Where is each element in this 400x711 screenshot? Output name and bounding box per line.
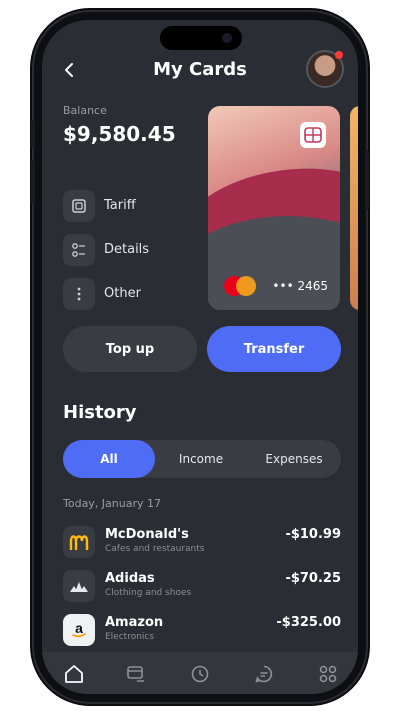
balance-label: Balance xyxy=(63,104,107,117)
grid-icon[interactable] xyxy=(316,662,340,686)
home-icon[interactable] xyxy=(62,662,86,686)
more-vertical-icon xyxy=(63,278,95,310)
transaction-category: Clothing and shoes xyxy=(105,588,192,598)
tariff-icon xyxy=(63,190,95,222)
menu-item-other[interactable]: Other xyxy=(63,278,173,310)
transaction-row[interactable]: Adidas Clothing and shoes -$70.25 xyxy=(63,570,341,604)
transaction-category: Cafes and restaurants xyxy=(105,544,205,554)
transaction-amount: -$10.99 xyxy=(285,527,341,542)
bottom-nav xyxy=(42,652,358,694)
transaction-row[interactable]: a Amazon Electronics -$325.00 xyxy=(63,614,341,648)
top-bar: My Cards xyxy=(42,51,358,90)
transaction-name: Amazon xyxy=(105,615,164,630)
history-title: History xyxy=(63,402,137,423)
date-header: Today, January 17 xyxy=(63,497,162,510)
transaction-row[interactable]: McDonald's Cafes and restaurants -$10.99 xyxy=(63,526,341,560)
phone-side-button xyxy=(365,150,369,210)
transaction-amount: -$70.25 xyxy=(285,571,341,586)
transaction-category: Electronics xyxy=(105,632,155,642)
menu-item-label: Other xyxy=(104,286,141,301)
tab-all[interactable]: All xyxy=(63,440,155,478)
phone-side-button xyxy=(31,120,35,148)
tab-income[interactable]: Income xyxy=(155,440,247,478)
card-chip-icon xyxy=(300,122,326,148)
history-icon[interactable] xyxy=(188,662,212,686)
avatar[interactable] xyxy=(308,51,343,86)
menu-item-label: Details xyxy=(104,242,150,257)
chat-icon[interactable] xyxy=(252,662,276,686)
adidas-logo xyxy=(63,570,95,602)
history-tabs: All Income Expenses xyxy=(63,440,341,478)
menu-item-details[interactable]: Details xyxy=(63,234,173,266)
tab-expenses[interactable]: Expenses xyxy=(247,440,341,478)
menu-item-tariff[interactable]: Tariff xyxy=(63,190,173,222)
details-icon xyxy=(63,234,95,266)
mastercard-logo xyxy=(224,276,256,296)
svg-text:a: a xyxy=(75,620,83,636)
card-number: ••• 2465 xyxy=(272,279,328,293)
balance-amount: $9,580.45 xyxy=(63,122,176,146)
transaction-amount: -$325.00 xyxy=(276,615,341,630)
transaction-name: McDonald's xyxy=(105,527,189,542)
top-up-button[interactable]: Top up xyxy=(63,326,197,372)
mcdonalds-logo xyxy=(63,526,95,558)
notification-dot xyxy=(335,51,343,59)
app-screen: My Cards Balance $9,580.45 Tariff Detail… xyxy=(42,20,358,694)
transaction-name: Adidas xyxy=(105,571,155,586)
next-card-peek[interactable] xyxy=(350,106,358,310)
cards-icon[interactable] xyxy=(124,662,148,686)
dynamic-island xyxy=(160,26,242,50)
phone-side-button xyxy=(31,160,35,204)
menu-item-label: Tariff xyxy=(104,198,136,213)
bank-card[interactable]: ••• 2465 xyxy=(208,106,340,310)
amazon-logo: a xyxy=(63,614,95,646)
transfer-button[interactable]: Transfer xyxy=(207,326,341,372)
